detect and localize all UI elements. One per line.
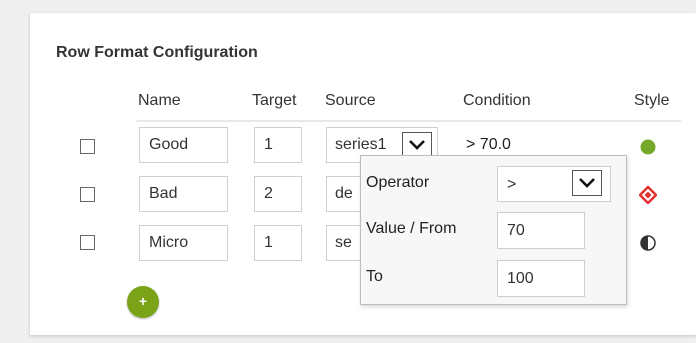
plus-icon: +	[138, 293, 148, 309]
operator-dropdown-button[interactable]	[572, 170, 602, 196]
to-input[interactable]: 100	[497, 260, 585, 297]
value-from-label: Value / From	[366, 220, 457, 237]
column-header-target: Target	[252, 92, 297, 109]
row-target-input[interactable]: 2	[254, 176, 302, 212]
green-circle-icon[interactable]	[640, 139, 656, 160]
row-checkbox-micro[interactable]	[80, 235, 95, 250]
chevron-down-icon	[409, 140, 425, 150]
row-target-input[interactable]: 1	[254, 127, 302, 163]
red-diamond-icon[interactable]	[638, 185, 658, 209]
operator-label: Operator	[366, 174, 430, 191]
chevron-down-icon	[579, 178, 595, 188]
row-name-input[interactable]: Bad	[139, 176, 228, 212]
row-source-value: de	[335, 185, 353, 202]
value-from-input[interactable]: 70	[497, 212, 585, 249]
panel-title: Row Format Configuration	[56, 44, 258, 61]
row-name-input[interactable]: Micro	[139, 225, 228, 261]
column-header-condition: Condition	[463, 92, 531, 109]
row-source-value: series1	[335, 136, 387, 153]
half-circle-icon[interactable]	[640, 235, 656, 256]
column-header-style: Style	[634, 92, 670, 109]
row-source-value: se	[335, 234, 352, 251]
row-name-input[interactable]: Good	[139, 127, 228, 163]
column-header-source: Source	[325, 92, 376, 109]
row-target-input[interactable]: 1	[254, 225, 302, 261]
row-checkbox-bad[interactable]	[80, 187, 95, 202]
row-checkbox-good[interactable]	[80, 139, 95, 154]
header-divider	[136, 120, 681, 122]
row-condition-text[interactable]: > 70.0	[466, 136, 511, 154]
to-label: To	[366, 268, 383, 285]
operator-value: >	[507, 176, 517, 193]
add-row-button[interactable]: +	[127, 286, 159, 318]
condition-editor-popup: Operator > Value / From 70 To 100	[360, 155, 627, 305]
column-header-name: Name	[138, 92, 181, 109]
